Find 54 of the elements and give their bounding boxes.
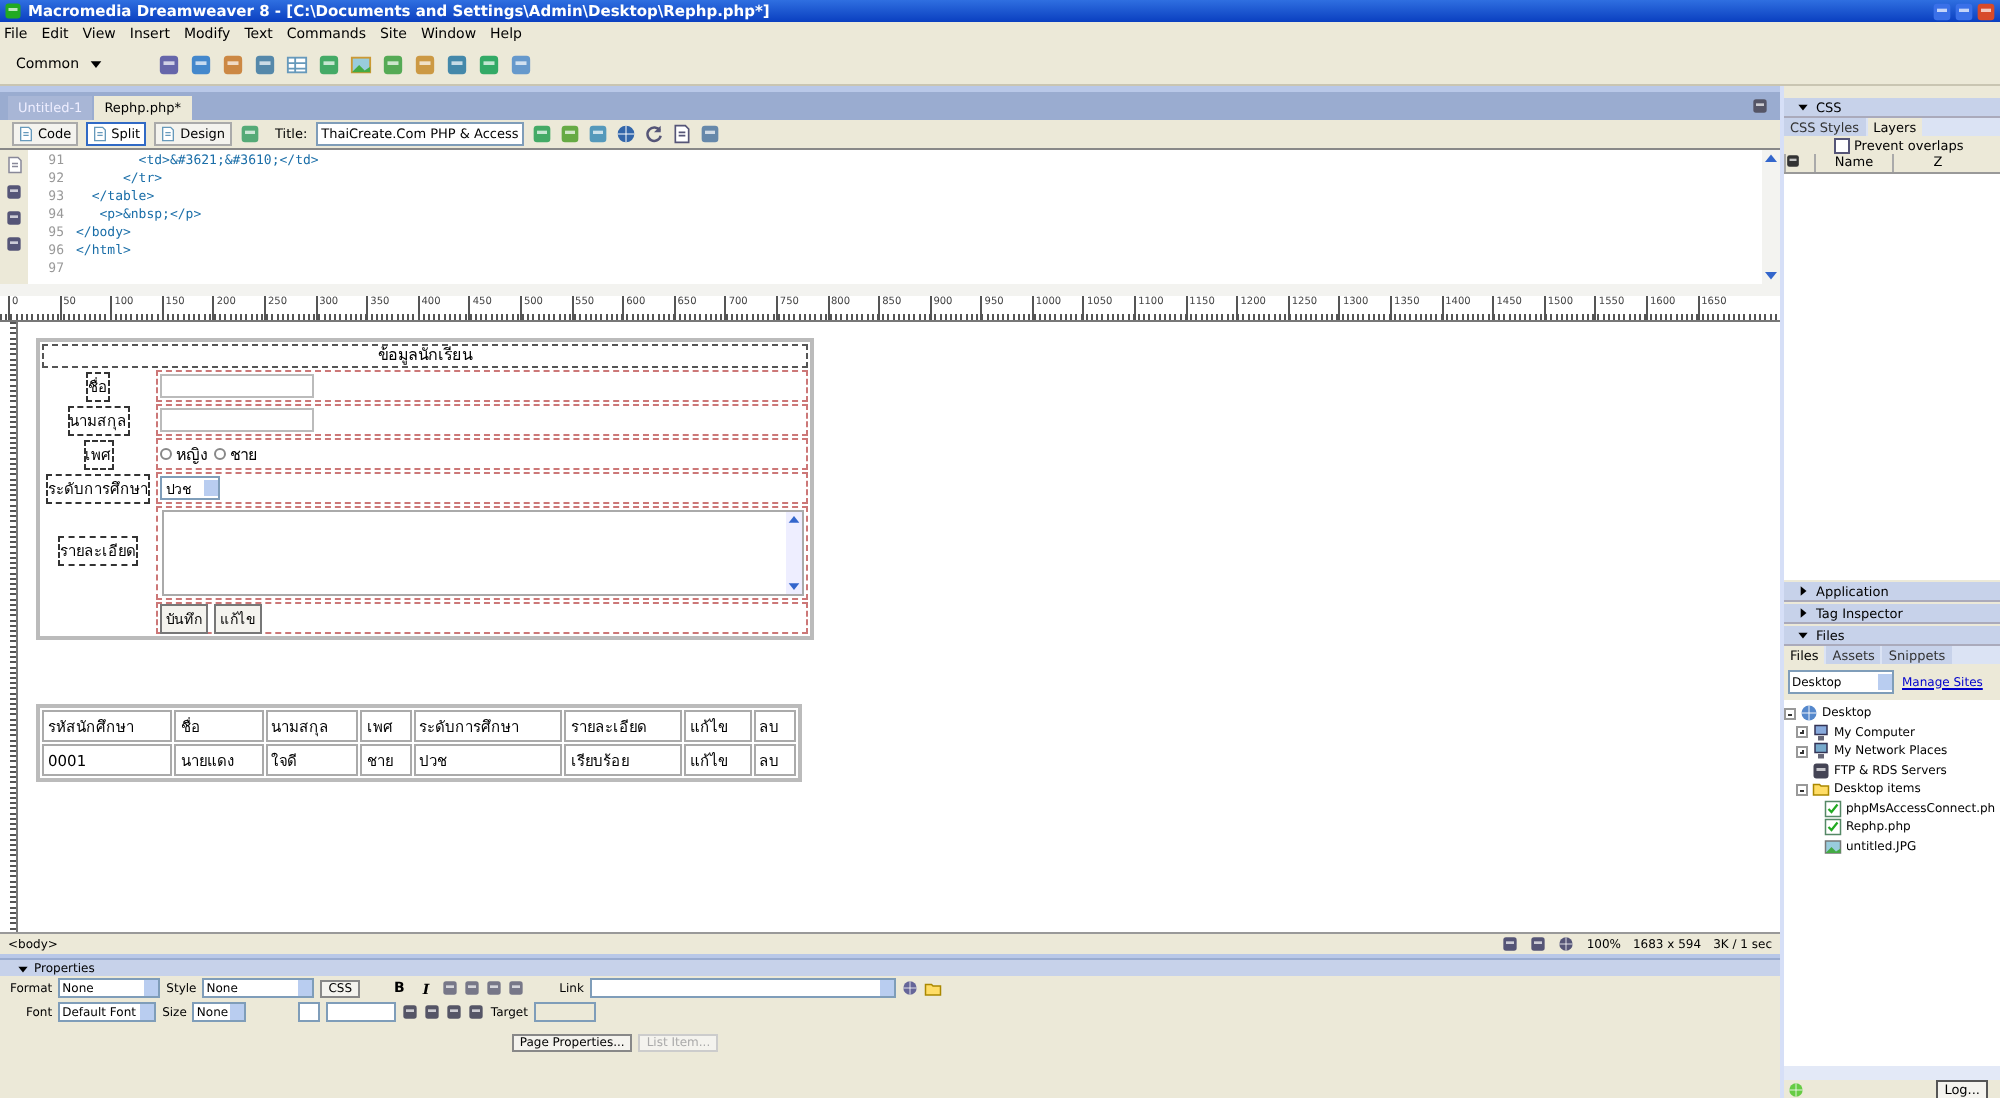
scrollbar[interactable] xyxy=(1762,150,1780,284)
collapse-toggle[interactable] xyxy=(1784,707,1796,720)
text-field[interactable] xyxy=(160,408,314,432)
checkbox[interactable] xyxy=(1834,137,1850,153)
code-tool-icon[interactable] xyxy=(6,236,22,252)
target-dropdown[interactable] xyxy=(533,1002,596,1022)
expanded-caret-icon[interactable] xyxy=(16,961,30,975)
toolbar-icon[interactable] xyxy=(445,53,468,75)
view-icon[interactable] xyxy=(18,126,34,142)
code-tool-icon[interactable] xyxy=(6,184,22,200)
radio-button[interactable]: หญิง xyxy=(160,441,208,467)
layout-icon[interactable] xyxy=(317,53,340,75)
toolbar-icon[interactable] xyxy=(157,53,180,75)
expanded-caret-icon[interactable] xyxy=(1796,100,1810,114)
scroll-down-icon[interactable] xyxy=(786,578,802,594)
expanded-caret-icon[interactable] xyxy=(1796,628,1810,642)
scroll-up-icon[interactable] xyxy=(786,512,802,528)
network-icon[interactable] xyxy=(1812,742,1830,761)
computer-icon[interactable] xyxy=(1812,723,1830,742)
color-swatch[interactable] xyxy=(298,1002,321,1022)
toolbar-icon[interactable] xyxy=(477,53,500,75)
app-icon[interactable] xyxy=(4,2,22,20)
toolbar-icon[interactable] xyxy=(253,53,276,75)
view-icon[interactable] xyxy=(91,126,108,142)
view-icon[interactable] xyxy=(160,126,177,142)
checked-file-icon[interactable] xyxy=(1824,818,1842,837)
color-field[interactable] xyxy=(326,1002,397,1022)
textarea-field[interactable] xyxy=(162,510,804,596)
globe-icon[interactable] xyxy=(616,124,637,144)
code-tool-icon[interactable] xyxy=(6,210,22,226)
collapse-toggle[interactable] xyxy=(1796,783,1808,796)
image-icon[interactable] xyxy=(349,53,372,75)
toolbar-icon[interactable] xyxy=(189,53,212,75)
table-icon[interactable] xyxy=(285,53,308,75)
toolbar-icon[interactable] xyxy=(239,124,260,144)
expand-toggle[interactable] xyxy=(1796,745,1808,758)
toolbar-icon[interactable] xyxy=(509,53,532,75)
image-file-icon[interactable] xyxy=(1824,837,1842,856)
toolbar-icon[interactable] xyxy=(381,53,404,75)
radio-button[interactable]: ชาย xyxy=(214,441,258,467)
horizontal-scrollbar[interactable] xyxy=(1784,1066,2000,1080)
caret-icon[interactable] xyxy=(87,56,104,72)
text-field[interactable] xyxy=(160,374,314,398)
toolbar-icon[interactable] xyxy=(560,124,581,144)
form-heading: ข้อมูลนักเรียน xyxy=(42,344,808,368)
refresh-icon[interactable] xyxy=(644,124,665,144)
toolbar-icon[interactable] xyxy=(700,124,721,144)
toolbar-icon[interactable] xyxy=(588,124,609,144)
document-icon[interactable] xyxy=(672,124,693,144)
code-tool-icon[interactable] xyxy=(5,156,23,174)
expand-toggle[interactable] xyxy=(1796,726,1808,739)
link-field[interactable] xyxy=(589,978,896,998)
checked-file-icon[interactable] xyxy=(1824,799,1842,818)
toolbar-icon[interactable] xyxy=(221,53,244,75)
